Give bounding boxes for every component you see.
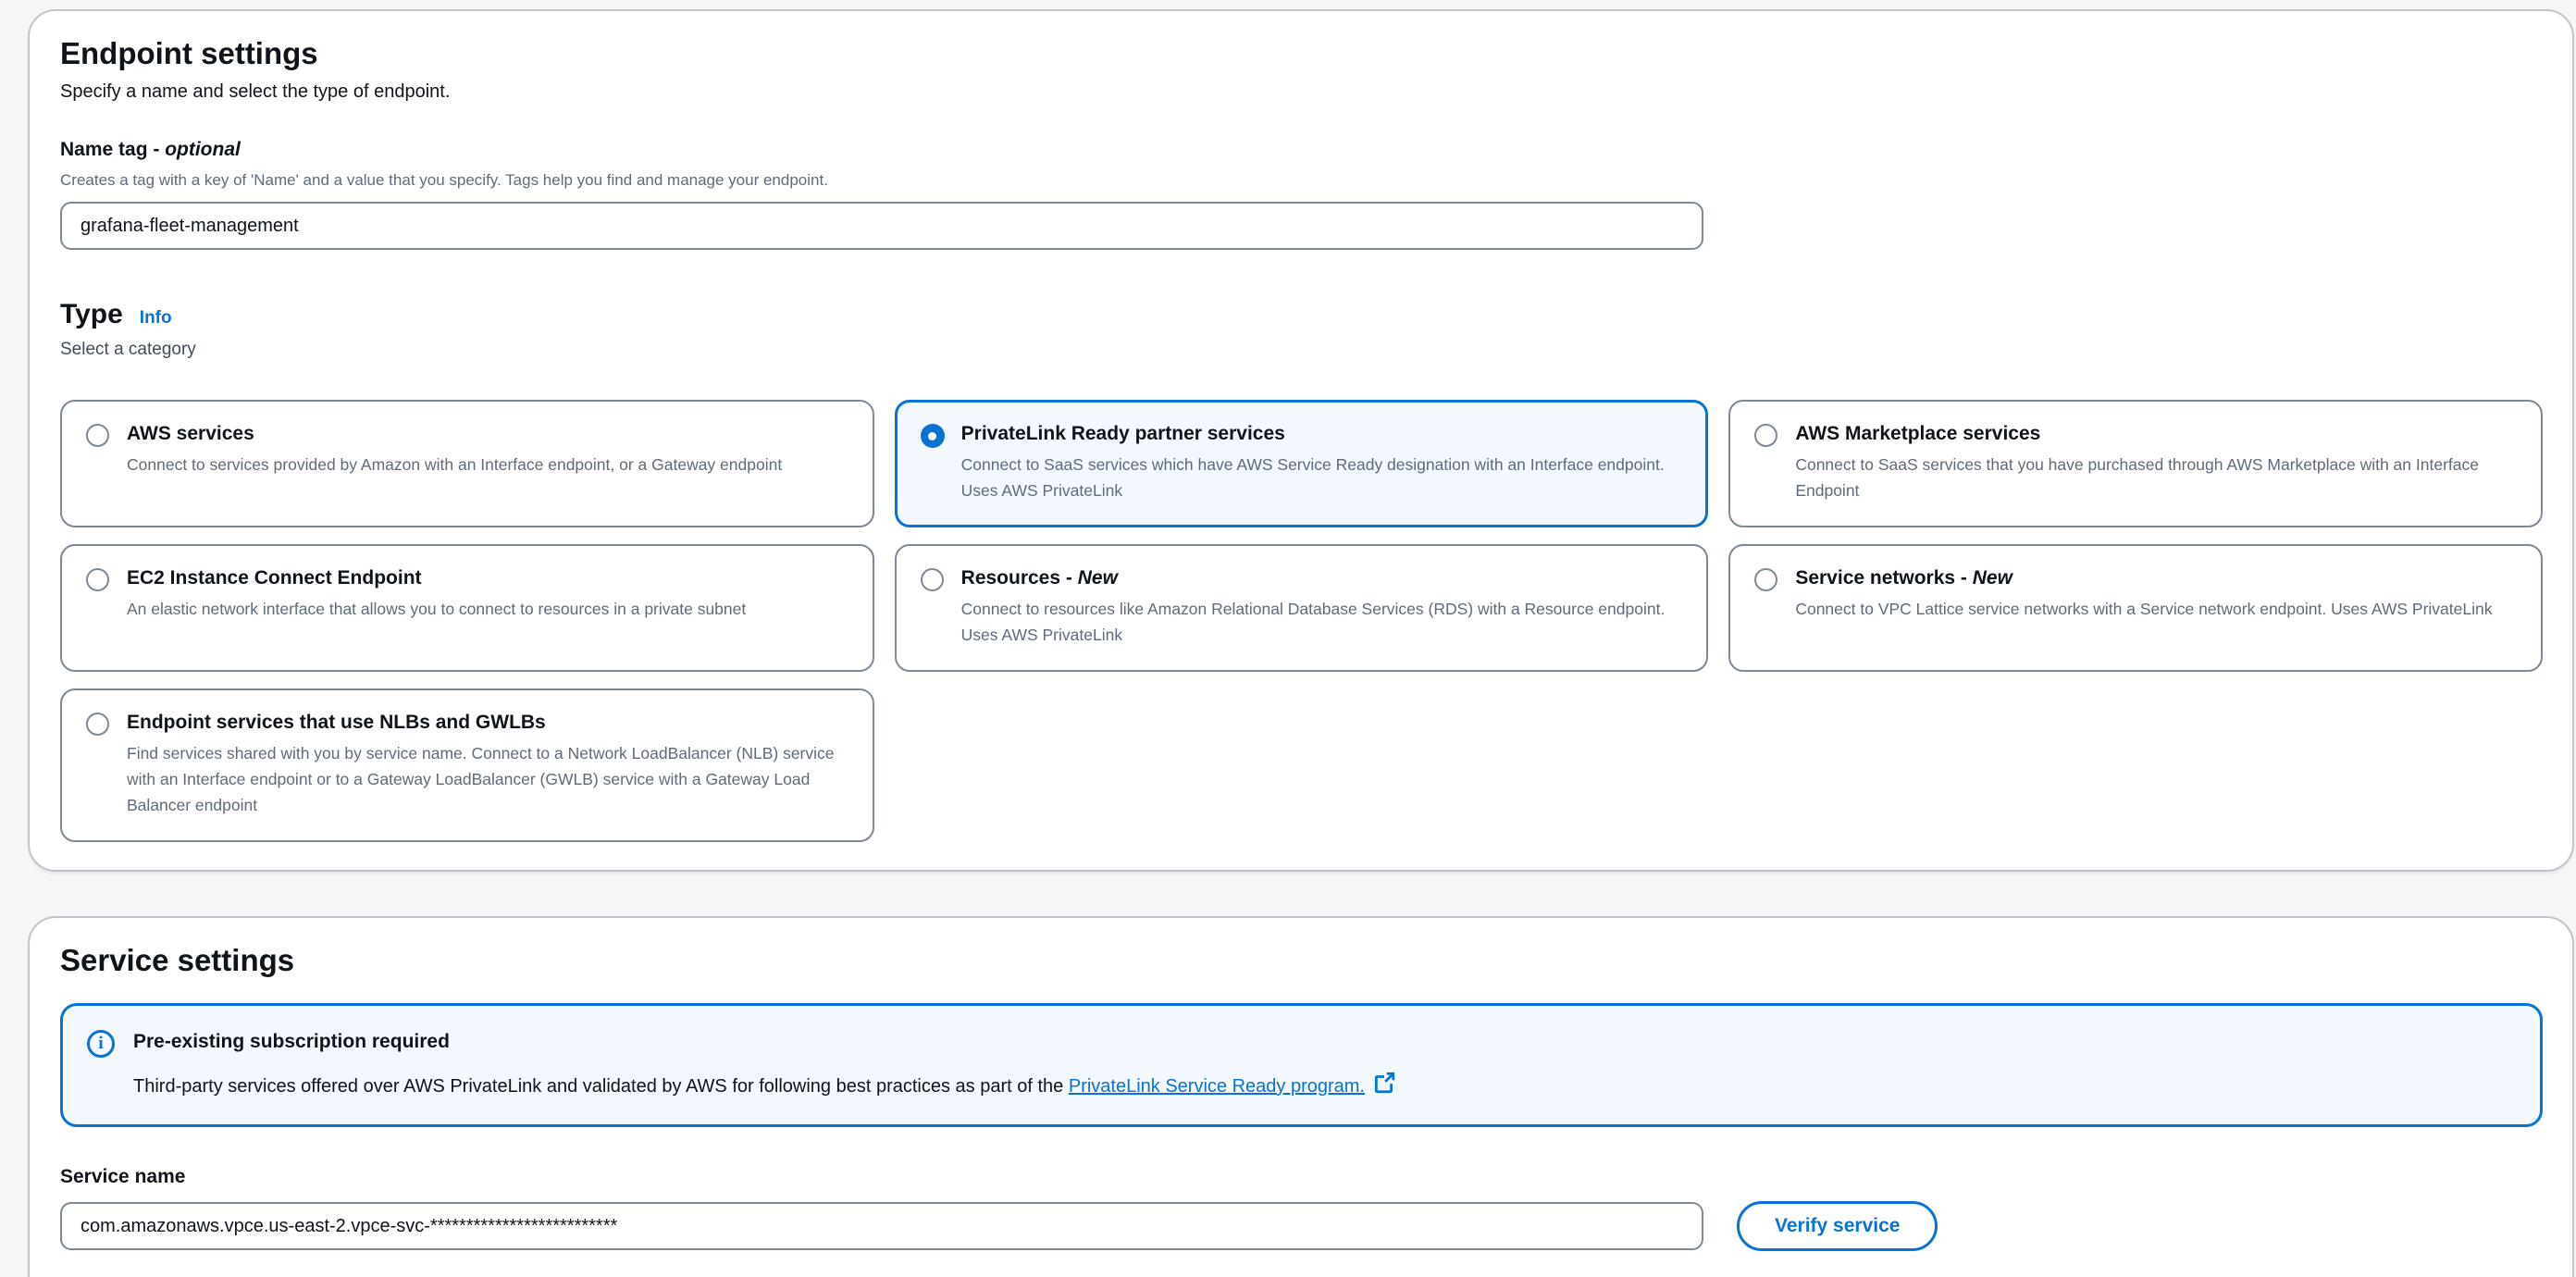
service-name-input[interactable] [60,1202,1703,1250]
tile-description: Connect to resources like Amazon Relatio… [961,596,1683,648]
service-settings-title: Service settings [60,942,2535,979]
privatelink-program-link[interactable]: PrivateLink Service Ready program. [1069,1076,1365,1097]
tile-title: PrivateLink Ready partner services [961,420,1683,448]
tile-endpoint-services-nlb-gwlb[interactable]: Endpoint services that use NLBs and GWLB… [60,688,874,842]
tile-title: Service networks - New [1795,564,2517,592]
tile-title: Endpoint services that use NLBs and GWLB… [127,709,848,737]
name-tag-field: Name tag - optional Creates a tag with a… [60,137,2535,250]
type-subtitle: Select a category [60,337,2535,363]
tile-title: AWS Marketplace services [1795,420,2517,448]
tile-title: AWS services [127,420,848,448]
type-info-link[interactable]: Info [140,308,172,329]
alert-content: Pre-existing subscription required Third… [133,1028,1396,1100]
endpoint-settings-title: Endpoint settings [60,35,2535,72]
tile-aws-services[interactable]: AWS services Connect to services provide… [60,400,874,527]
tile-description: Connect to services provided by Amazon w… [127,452,848,477]
tile-description: An elastic network interface that allows… [127,596,848,622]
tile-resources[interactable]: Resources - New Connect to resources lik… [895,544,1709,672]
name-tag-label: Name tag - optional [60,137,2535,163]
name-tag-description: Creates a tag with a key of 'Name' and a… [60,168,2535,192]
tile-privatelink-ready-partner-services[interactable]: PrivateLink Ready partner services Conne… [895,400,1709,527]
service-name-field: Service name Verify service [60,1164,2535,1251]
service-settings-panel: Service settings i Pre-existing subscrip… [28,916,2574,1277]
type-options-grid: AWS services Connect to services provide… [60,400,2543,842]
name-tag-input[interactable] [60,202,1703,250]
radio-unchecked-icon[interactable] [86,713,109,736]
tile-aws-marketplace-services[interactable]: AWS Marketplace services Connect to SaaS… [1728,400,2543,527]
tile-ec2-instance-connect-endpoint[interactable]: EC2 Instance Connect Endpoint An elastic… [60,544,874,672]
tile-description: Find services shared with you by service… [127,740,848,818]
radio-checked-icon[interactable] [921,424,945,448]
type-label: Type [60,296,123,333]
tile-description: Connect to VPC Lattice service networks … [1795,596,2517,622]
tile-title: EC2 Instance Connect Endpoint [127,564,848,592]
endpoint-settings-subtitle: Specify a name and select the type of en… [60,78,2535,105]
radio-unchecked-icon[interactable] [86,568,109,591]
tile-description: Connect to SaaS services which have AWS … [961,452,1683,503]
external-link-icon [1372,1071,1396,1095]
endpoint-settings-panel: Endpoint settings Specify a name and sel… [28,9,2574,872]
radio-unchecked-icon[interactable] [921,568,944,591]
tile-service-networks[interactable]: Service networks - New Connect to VPC La… [1728,544,2543,672]
verify-service-button[interactable]: Verify service [1737,1201,1938,1251]
tile-description: Connect to SaaS services that you have p… [1795,452,2517,503]
radio-unchecked-icon[interactable] [1754,568,1777,591]
service-name-label: Service name [60,1164,2535,1190]
info-icon: i [87,1030,115,1058]
alert-title: Pre-existing subscription required [133,1028,1396,1056]
alert-body: Third-party services offered over AWS Pr… [133,1071,1396,1100]
subscription-required-alert: i Pre-existing subscription required Thi… [60,1003,2543,1127]
tile-title: Resources - New [961,564,1683,592]
radio-unchecked-icon[interactable] [86,424,109,447]
radio-unchecked-icon[interactable] [1754,424,1777,447]
type-header: Type Info [60,296,2535,333]
